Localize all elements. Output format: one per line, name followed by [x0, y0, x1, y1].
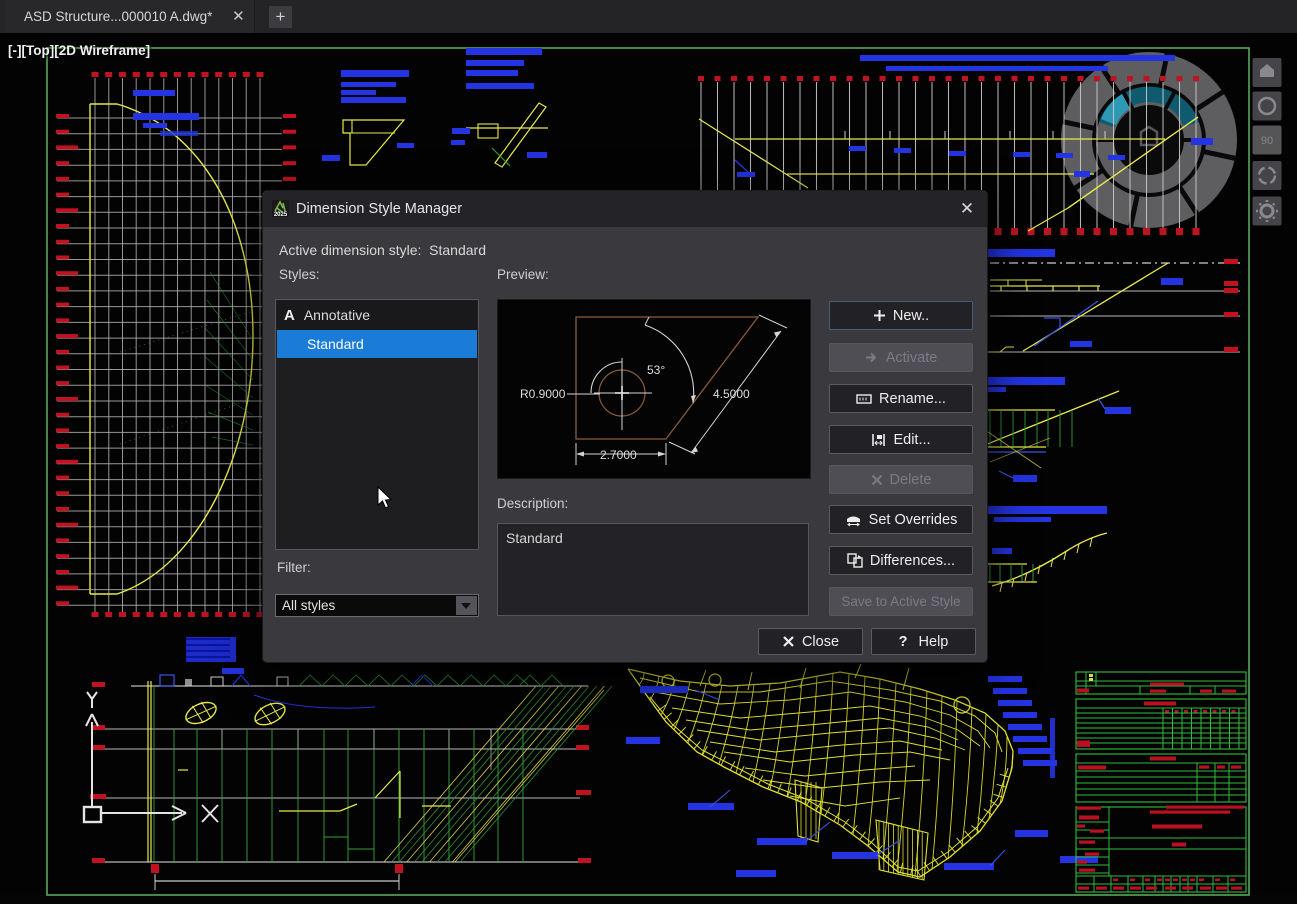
svg-text:2025: 2025 — [274, 212, 288, 217]
svg-text:2.7000: 2.7000 — [600, 448, 637, 462]
svg-text:90: 90 — [1261, 135, 1273, 147]
svg-text:53°: 53° — [647, 363, 665, 377]
svg-text:4.5000: 4.5000 — [713, 387, 750, 401]
svg-text:R0.9000: R0.9000 — [520, 387, 566, 401]
